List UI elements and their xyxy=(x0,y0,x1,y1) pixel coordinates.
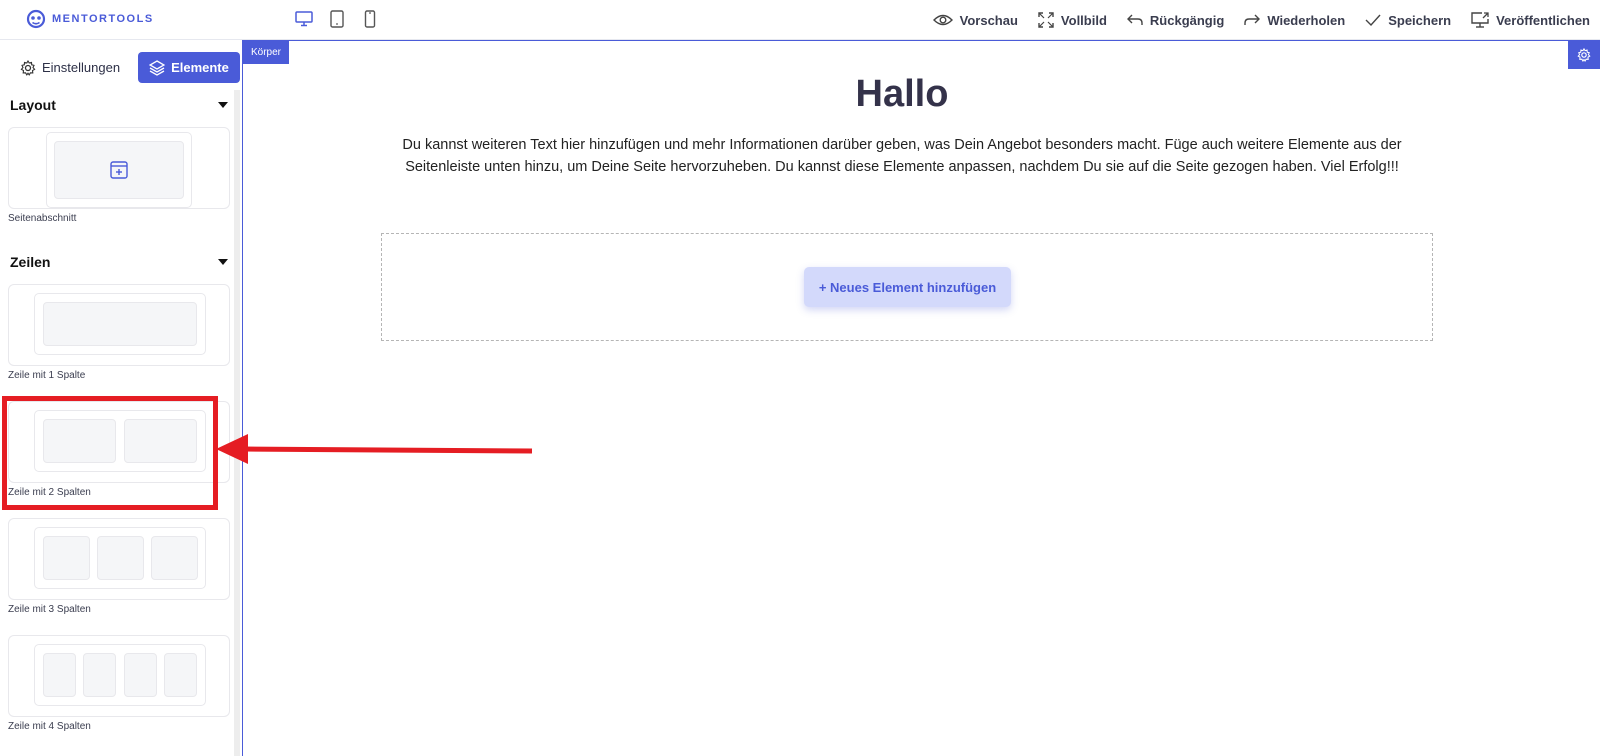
body-tag[interactable]: Körper xyxy=(243,41,290,64)
caret-down-icon xyxy=(218,102,228,108)
eye-icon xyxy=(932,14,953,26)
save-label: Speichern xyxy=(1388,12,1452,28)
section-layout-title: Layout xyxy=(10,97,56,113)
editor-canvas[interactable]: Körper Hallo Du kannst weiteren Text hie… xyxy=(243,40,1600,756)
redo-icon xyxy=(1244,14,1261,25)
element-label: Zeile mit 1 Spalte xyxy=(8,370,86,381)
publish-button[interactable]: Veröffentlichen xyxy=(1471,12,1590,28)
page-title[interactable]: Hallo xyxy=(243,73,1561,116)
device-switcher xyxy=(294,9,380,29)
fullscreen-icon xyxy=(1038,12,1054,28)
check-icon xyxy=(1365,14,1381,26)
section-rows-header[interactable]: Zeilen xyxy=(10,254,230,270)
element-label: Zeile mit 4 Spalten xyxy=(8,721,91,732)
redo-label: Wiederholen xyxy=(1267,12,1346,28)
card-frame xyxy=(34,527,206,589)
section-layout-header[interactable]: Layout xyxy=(10,97,230,113)
card-cell xyxy=(43,653,76,697)
page-builder: MENTORTOOLS Vorschau Vollbild Rückgängig… xyxy=(0,0,1600,756)
element-row-2-columns[interactable] xyxy=(8,401,230,483)
monitor-upload-icon xyxy=(1471,12,1489,28)
element-row-3-columns[interactable] xyxy=(8,518,230,600)
sidebar-tabs: Einstellungen Elemente xyxy=(10,52,240,83)
card-cell xyxy=(83,653,116,697)
card-cell xyxy=(54,141,184,199)
canvas-settings-button[interactable] xyxy=(1568,41,1600,69)
preview-button[interactable]: Vorschau xyxy=(932,12,1018,28)
tab-settings[interactable]: Einstellungen xyxy=(10,52,130,83)
card-cell xyxy=(43,536,90,580)
toolbar-actions: Vorschau Vollbild Rückgängig Wiederholen… xyxy=(913,0,1590,40)
card-frame xyxy=(46,132,192,208)
logo[interactable]: MENTORTOOLS xyxy=(26,9,154,29)
gear-icon xyxy=(1577,48,1591,62)
logo-text: MENTORTOOLS xyxy=(52,13,154,25)
element-page-section[interactable] xyxy=(8,127,230,209)
card-cell xyxy=(124,653,157,697)
page-text[interactable]: Du kannst weiteren Text hier hinzufügen … xyxy=(373,134,1431,178)
card-cell xyxy=(43,302,197,346)
element-row-1-column[interactable] xyxy=(8,284,230,366)
sidebar-scrollbar[interactable] xyxy=(234,90,240,756)
preview-label: Vorschau xyxy=(959,12,1018,28)
mobile-view-button[interactable] xyxy=(360,9,380,29)
desktop-view-button[interactable] xyxy=(294,9,314,29)
tab-elements[interactable]: Elemente xyxy=(138,52,240,83)
card-cell xyxy=(124,419,197,463)
gear-icon xyxy=(20,59,36,76)
redo-button[interactable]: Wiederholen xyxy=(1244,13,1345,28)
element-label: Zeile mit 3 Spalten xyxy=(8,604,91,615)
mentortools-logo-icon xyxy=(26,9,46,29)
undo-icon xyxy=(1126,14,1143,25)
card-cell xyxy=(97,536,144,580)
sidebar: Einstellungen Elemente Layout Seitenabsc… xyxy=(0,40,243,756)
mobile-icon xyxy=(364,10,376,28)
undo-button[interactable]: Rückgängig xyxy=(1126,12,1225,28)
add-section-icon xyxy=(110,161,128,179)
top-toolbar: MENTORTOOLS Vorschau Vollbild Rückgängig… xyxy=(0,0,1600,40)
undo-label: Rückgängig xyxy=(1149,12,1225,28)
card-frame xyxy=(34,644,206,706)
tab-elements-label: Elemente xyxy=(171,60,229,75)
element-label: Zeile mit 2 Spalten xyxy=(8,487,91,498)
card-frame xyxy=(34,410,206,472)
card-cell xyxy=(43,419,116,463)
fullscreen-button[interactable]: Vollbild xyxy=(1038,12,1107,28)
layers-icon xyxy=(149,59,166,76)
card-frame xyxy=(34,293,206,355)
caret-down-icon xyxy=(218,259,228,265)
desktop-icon xyxy=(295,11,313,27)
card-cell xyxy=(151,536,198,580)
publish-label: Veröffentlichen xyxy=(1496,12,1590,28)
tablet-view-button[interactable] xyxy=(327,9,347,29)
tablet-icon xyxy=(330,10,344,28)
section-rows-title: Zeilen xyxy=(10,254,51,270)
element-row-4-columns[interactable] xyxy=(8,635,230,717)
save-button[interactable]: Speichern xyxy=(1365,13,1451,28)
card-cell xyxy=(164,653,197,697)
add-element-button[interactable]: + Neues Element hinzufügen xyxy=(804,267,1011,307)
tab-settings-label: Einstellungen xyxy=(42,60,121,75)
drop-zone[interactable]: + Neues Element hinzufügen xyxy=(381,233,1433,341)
fullscreen-label: Vollbild xyxy=(1060,12,1107,28)
element-label: Seitenabschnitt xyxy=(8,213,77,224)
